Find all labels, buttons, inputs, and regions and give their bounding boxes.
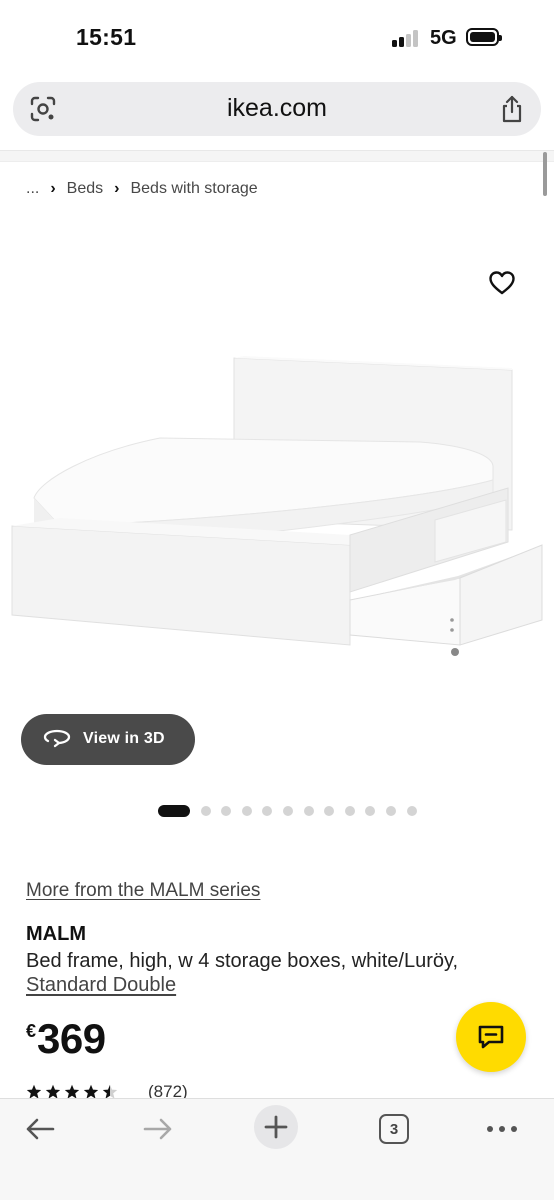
- pagination-dot[interactable]: [386, 806, 396, 816]
- tabs-button[interactable]: 3: [372, 1109, 416, 1149]
- pagination-dot[interactable]: [406, 806, 417, 816]
- pagination-dot[interactable]: [200, 806, 211, 816]
- network-label: 5G: [430, 27, 457, 49]
- breadcrumb-beds-with-storage[interactable]: Beds with storage: [130, 180, 257, 198]
- pagination-dot[interactable]: [365, 806, 376, 816]
- pagination-dot[interactable]: [324, 806, 335, 816]
- more-icon: [487, 1126, 517, 1132]
- chevron-right-icon: ›: [50, 180, 56, 197]
- price-currency: €: [26, 1021, 37, 1041]
- signal-icon: [392, 30, 422, 47]
- chevron-right-icon: ›: [114, 180, 120, 197]
- product-image[interactable]: [0, 330, 554, 690]
- status-bar: 15:51 5G: [0, 0, 554, 76]
- address-bar[interactable]: ikea.com: [13, 82, 541, 136]
- image-pagination: [158, 805, 417, 817]
- product-name: MALM: [26, 923, 86, 945]
- breadcrumb: ... › Beds › Beds with storage: [26, 180, 258, 198]
- page-divider: [0, 150, 554, 162]
- pagination-dot[interactable]: [221, 806, 232, 816]
- scrollbar[interactable]: [543, 152, 547, 196]
- battery-icon: [466, 28, 502, 46]
- pagination-dot[interactable]: [262, 806, 273, 816]
- more-button[interactable]: [480, 1109, 524, 1149]
- browser-toolbar: 3: [0, 1098, 554, 1200]
- back-button[interactable]: [18, 1109, 62, 1149]
- heart-icon[interactable]: [488, 270, 516, 296]
- product-price: € 369: [26, 1015, 106, 1063]
- pagination-dot[interactable]: [283, 806, 293, 816]
- chat-button[interactable]: [456, 1002, 526, 1072]
- chat-icon: [478, 1025, 504, 1049]
- url-text[interactable]: ikea.com: [13, 94, 541, 123]
- breadcrumb-ellipsis[interactable]: ...: [26, 180, 39, 198]
- forward-button[interactable]: [136, 1109, 180, 1149]
- forward-arrow-icon: [143, 1118, 172, 1140]
- tabs-icon: 3: [379, 1114, 409, 1144]
- view-in-3d-button[interactable]: View in 3D: [21, 714, 195, 765]
- pagination-dot[interactable]: [241, 806, 252, 816]
- pagination-dot[interactable]: [344, 806, 355, 816]
- series-link[interactable]: More from the MALM series: [26, 880, 260, 902]
- product-size-link[interactable]: Standard Double: [26, 974, 176, 997]
- share-icon[interactable]: [499, 94, 525, 124]
- view-in-3d-label: View in 3D: [83, 730, 165, 747]
- rotate-3d-icon: [43, 729, 71, 748]
- status-time: 15:51: [76, 24, 137, 50]
- new-tab-button[interactable]: [254, 1105, 298, 1149]
- pagination-dot[interactable]: [303, 806, 314, 816]
- plus-icon: [264, 1115, 288, 1139]
- pagination-dot-active[interactable]: [158, 805, 190, 817]
- back-arrow-icon: [26, 1118, 55, 1140]
- price-value: 369: [37, 1015, 106, 1062]
- product-description: Bed frame, high, w 4 storage boxes, whit…: [26, 950, 459, 972]
- breadcrumb-beds[interactable]: Beds: [67, 180, 103, 198]
